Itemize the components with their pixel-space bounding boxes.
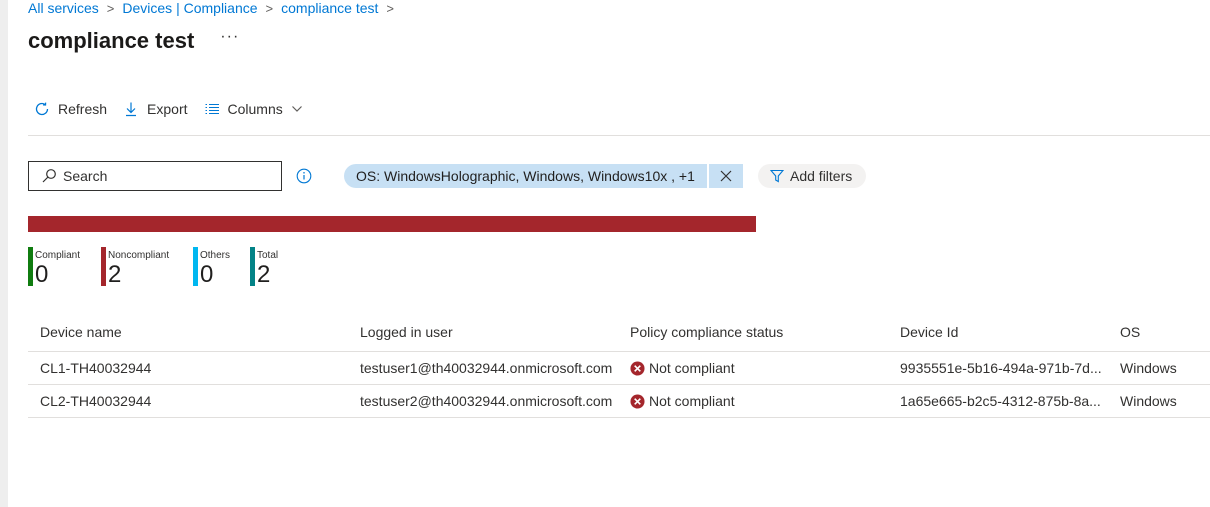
stat-noncompliant-stripe: [101, 247, 106, 286]
chevron-right-icon: >: [265, 0, 274, 16]
stat-others-stripe: [193, 247, 198, 286]
error-circle-icon: [630, 393, 645, 409]
logged-in-user-cell: testuser2@th40032944.onmicrosoft.com: [348, 384, 618, 418]
table-header-row: Device name Logged in user Policy compli…: [28, 313, 1210, 352]
title-row: compliance test ···: [28, 28, 239, 54]
info-icon[interactable]: [296, 168, 312, 184]
column-header-device-id[interactable]: Device Id: [888, 313, 1108, 352]
os-filter-pill: OS: WindowsHolographic, Windows, Windows…: [344, 164, 743, 188]
os-cell: Windows: [1108, 384, 1210, 418]
device-name-cell[interactable]: CL2-TH40032944: [28, 384, 348, 418]
stat-compliant-value: 0: [35, 261, 49, 288]
compliance-summary-bar: [28, 216, 756, 232]
main-content: All services > Devices | Compliance > co…: [28, 0, 1210, 507]
error-circle-icon: [630, 360, 645, 376]
logged-in-user-cell: testuser1@th40032944.onmicrosoft.com: [348, 351, 618, 385]
device-name-cell[interactable]: CL1-TH40032944: [28, 351, 348, 385]
close-icon: [720, 170, 732, 182]
os-filter-label[interactable]: OS: WindowsHolographic, Windows, Windows…: [344, 164, 707, 188]
breadcrumb-devices-compliance[interactable]: Devices | Compliance: [122, 0, 257, 16]
refresh-label: Refresh: [58, 101, 108, 117]
compliance-status-text: Not compliant: [649, 360, 735, 376]
add-filters-button[interactable]: Add filters: [758, 164, 867, 188]
column-header-policy-compliance-status[interactable]: Policy compliance status: [618, 313, 888, 352]
page-title: compliance test: [28, 28, 195, 53]
filter-icon: [770, 169, 784, 183]
stat-others-value: 0: [200, 261, 214, 288]
chevron-right-icon: >: [386, 0, 394, 16]
export-label: Export: [147, 101, 188, 117]
clear-filter-button[interactable]: [708, 164, 743, 188]
search-input[interactable]: [63, 168, 253, 184]
devices-table: Device name Logged in user Policy compli…: [28, 313, 1210, 418]
download-icon: [126, 102, 137, 117]
stat-noncompliant-label: Noncompliant: [108, 250, 170, 261]
search-icon: [42, 169, 56, 183]
columns-label: Columns: [227, 101, 283, 117]
table-row[interactable]: CL1-TH40032944 testuser1@th40032944.onmi…: [28, 351, 1210, 385]
stat-noncompliant-value: 2: [108, 261, 122, 288]
table-row[interactable]: CL2-TH40032944 testuser2@th40032944.onmi…: [28, 384, 1210, 418]
stat-total-label: Total: [257, 250, 279, 261]
toolbar-divider: [28, 135, 1210, 136]
list-icon: [205, 103, 219, 115]
stat-compliant-label: Compliant: [35, 250, 81, 261]
refresh-button[interactable]: Refresh: [34, 101, 107, 117]
device-id-cell: 9935551e-5b16-494a-971b-7d...: [888, 351, 1108, 385]
column-header-device-name[interactable]: Device name: [28, 313, 348, 352]
stat-total-value: 2: [257, 261, 271, 288]
export-button[interactable]: Export: [123, 101, 188, 117]
search-box[interactable]: [28, 161, 282, 191]
stat-total-stripe: [250, 247, 255, 286]
compliance-status-cell: Not compliant: [618, 351, 888, 385]
chevron-right-icon: >: [106, 0, 115, 16]
stat-compliant-stripe: [28, 247, 33, 286]
stat-others: Others 0: [193, 247, 250, 288]
breadcrumb-all-services[interactable]: All services: [28, 0, 99, 16]
summary-stats: Compliant 0 Noncompliant 2 Others 0 Tota…: [28, 247, 307, 288]
device-id-cell: 1a65e665-b2c5-4312-875b-8a...: [888, 384, 1108, 418]
left-edge-strip: [0, 0, 8, 507]
compliance-status-cell: Not compliant: [618, 384, 888, 418]
compliance-status-text: Not compliant: [649, 393, 735, 409]
breadcrumb: All services > Devices | Compliance > co…: [28, 0, 402, 16]
add-filters-label: Add filters: [790, 168, 853, 184]
breadcrumb-compliance-test[interactable]: compliance test: [281, 0, 378, 16]
toolbar: Refresh Export Columns: [34, 101, 319, 117]
stat-compliant: Compliant 0: [28, 247, 101, 288]
stat-total: Total 2: [250, 247, 307, 288]
columns-button[interactable]: Columns: [204, 101, 303, 117]
chevron-down-icon: [291, 106, 302, 112]
os-cell: Windows: [1108, 351, 1210, 385]
column-header-os[interactable]: OS: [1108, 313, 1210, 352]
stat-others-label: Others: [200, 250, 231, 261]
stat-noncompliant: Noncompliant 2: [101, 247, 193, 288]
more-options-button[interactable]: ···: [220, 28, 239, 46]
refresh-icon: [35, 102, 49, 116]
column-header-logged-in-user[interactable]: Logged in user: [348, 313, 618, 352]
